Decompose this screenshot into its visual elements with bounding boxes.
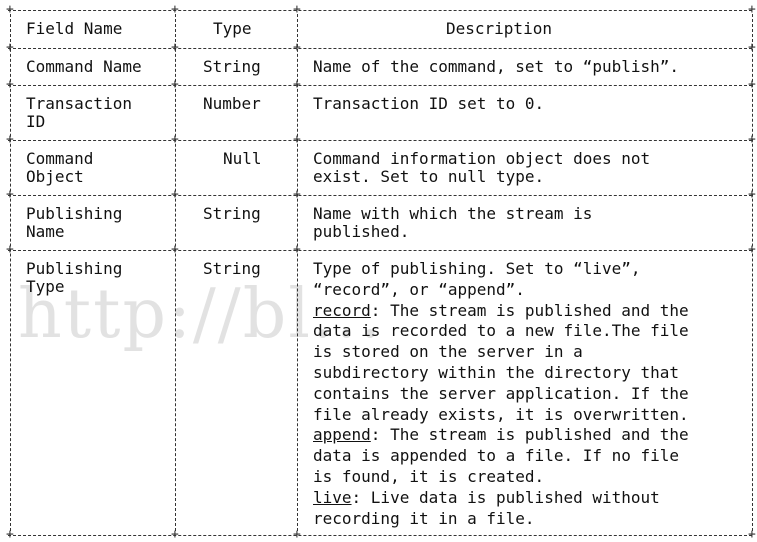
underlined-term: append (313, 425, 371, 445)
field-name-cell: Publishing (26, 204, 123, 223)
description-line: record: The stream is published and the (313, 300, 689, 320)
table-rule (8, 140, 752, 141)
description-line: Name with which the stream is (313, 204, 593, 223)
description-line: contains the server application. If the (313, 383, 689, 403)
table-rule (8, 85, 752, 86)
column-rule (752, 14, 753, 531)
table-rule (8, 10, 752, 11)
description-line: append: The stream is published and the (313, 425, 689, 445)
description-line: live: Live data is published without (313, 487, 660, 507)
description-line: file already exists, it is overwritten. (313, 404, 689, 424)
field-name-cell: ID (26, 112, 46, 131)
rtmp-publish-parameter-table: http://bl... + + + + + + + + + + + + + + + + + + + + + + + + + + +… (0, 0, 757, 541)
type-cell: Null (223, 149, 262, 168)
column-rule (297, 14, 298, 531)
description-line: subdirectory within the directory that (313, 363, 680, 382)
field-name-cell: Command (26, 149, 94, 168)
field-name-cell: Publishing (26, 259, 123, 278)
table-rule (8, 195, 752, 196)
column-rule (10, 14, 11, 531)
header-description: Description (446, 19, 552, 38)
field-name-cell: Transaction (26, 94, 132, 113)
field-name-cell: Type (26, 277, 65, 296)
description-line: is found, it is created. (313, 467, 545, 486)
description-line: Command information object does not (313, 149, 651, 168)
description-line: exist. Set to null type. (313, 167, 545, 186)
field-name-cell: Name (26, 222, 65, 241)
description-line: Type of publishing. Set to “live”, (313, 259, 641, 278)
type-cell: String (203, 259, 261, 278)
description-line: Name of the command, set to “publish”. (313, 57, 680, 76)
description-line: data is appended to a file. If no file (313, 446, 680, 466)
description-line: “record”, or “append”. (313, 279, 525, 299)
header-field-name: Field Name (26, 19, 123, 38)
table-rule (8, 250, 752, 251)
table-rule (8, 535, 752, 536)
field-name-cell: Command Name (26, 57, 142, 76)
description-line: Transaction ID set to 0. (313, 94, 545, 113)
table-rule (8, 48, 752, 49)
type-cell: String (203, 57, 261, 76)
field-name-cell: Object (26, 167, 84, 186)
description-line: published. (313, 222, 410, 241)
description-line: is stored on the server in a (313, 342, 583, 362)
header-type: Type (213, 19, 252, 38)
description-line: recording it in a file. (313, 508, 535, 528)
underlined-term: record (313, 300, 371, 320)
column-rule (175, 14, 176, 531)
description-line: data is recorded to a new file.The file (313, 321, 689, 341)
underlined-term: live (313, 487, 352, 507)
type-cell: Number (203, 94, 261, 113)
type-cell: String (203, 204, 261, 223)
